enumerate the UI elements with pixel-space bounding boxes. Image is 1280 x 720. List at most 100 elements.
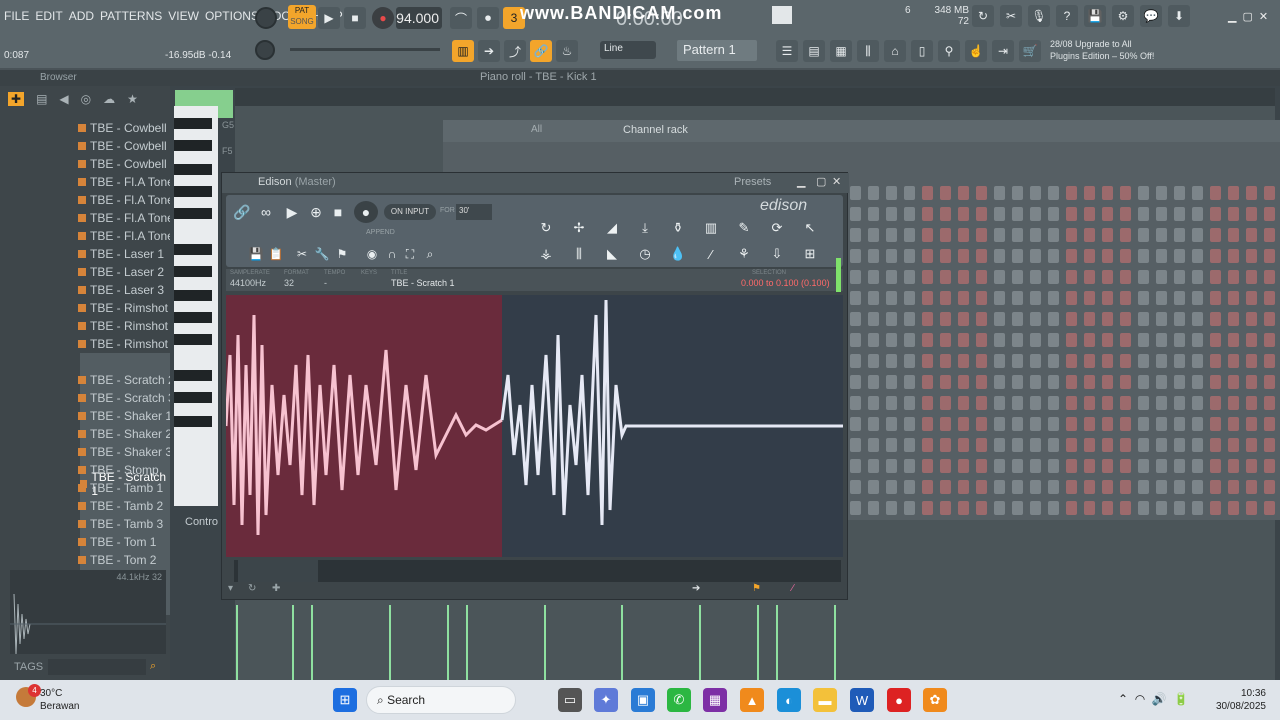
step-button[interactable] [904,396,915,410]
step-button[interactable] [1066,249,1077,263]
step-button[interactable] [1156,228,1167,242]
step-button[interactable] [940,354,951,368]
step-button[interactable] [922,291,933,305]
step-button[interactable] [1264,270,1275,284]
step-button[interactable] [1246,501,1257,515]
step-button[interactable] [904,438,915,452]
step-button[interactable] [886,249,897,263]
step-button[interactable] [1084,438,1095,452]
step-button[interactable] [1156,375,1167,389]
step-button[interactable] [994,375,1005,389]
step-button[interactable] [1246,270,1257,284]
step-button[interactable] [1084,333,1095,347]
step-button[interactable] [1030,186,1041,200]
step-button[interactable] [1210,312,1221,326]
step-button[interactable] [1264,438,1275,452]
step-button[interactable] [1084,375,1095,389]
step-button[interactable] [1048,312,1059,326]
master-pitch-slider[interactable] [290,48,440,51]
master-volume-knob[interactable] [255,7,277,29]
step-button[interactable] [1156,207,1167,221]
step-button[interactable] [886,417,897,431]
step-button[interactable] [1120,270,1131,284]
step-button[interactable] [886,333,897,347]
word-icon[interactable]: W [850,688,874,712]
step-button[interactable] [976,270,987,284]
step-button[interactable] [850,207,861,221]
step-button[interactable] [1246,375,1257,389]
step-button[interactable] [1084,312,1095,326]
for-value[interactable]: 30' [456,204,492,220]
step-button[interactable] [940,312,951,326]
step-button[interactable] [1246,207,1257,221]
step-button[interactable] [1174,291,1185,305]
step-button[interactable] [1048,396,1059,410]
overview-viewport[interactable] [238,560,318,582]
step-button[interactable] [1192,333,1203,347]
step-button[interactable] [1030,438,1041,452]
master-pitch-knob[interactable] [255,40,275,60]
step-button[interactable] [1156,186,1167,200]
play-icon[interactable]: ▶ [280,201,304,223]
step-button[interactable] [958,249,969,263]
step-button[interactable] [1174,186,1185,200]
step-button[interactable] [1120,312,1131,326]
step-button[interactable] [994,312,1005,326]
step-button[interactable] [1012,501,1023,515]
step-button[interactable] [1174,270,1185,284]
black-key[interactable] [174,164,212,175]
step-button[interactable] [1264,249,1275,263]
step-button[interactable] [1210,480,1221,494]
step-button[interactable] [1012,417,1023,431]
step-button[interactable] [1246,459,1257,473]
menu-item-file[interactable]: FILE [4,9,29,23]
normalize-icon[interactable]: ✢ [567,217,591,239]
mixer-icon[interactable]: ⫼ [857,40,879,62]
step-button[interactable] [1102,186,1113,200]
step-button[interactable] [1192,396,1203,410]
step-button[interactable] [1264,501,1275,515]
step-button[interactable] [1120,459,1131,473]
browser-item[interactable]: TBE - Rimshot 1 [78,299,178,317]
grid-icon[interactable]: ⫼ [567,243,591,265]
step-button[interactable] [1174,417,1185,431]
step-button[interactable] [1084,459,1095,473]
globe-icon[interactable]: ◎ [81,92,91,106]
fade-icon[interactable]: ◢ [600,217,624,239]
black-key[interactable] [174,266,212,277]
piano-keyboard[interactable] [174,106,218,506]
step-button[interactable] [1210,375,1221,389]
piano-roll-ruler[interactable]: 234567 [235,88,1275,119]
step-button[interactable] [1030,207,1041,221]
browser-item[interactable]: TBE - Cowbell 1 [78,119,177,137]
step-button[interactable] [1030,501,1041,515]
paste-icon[interactable]: 📋 [264,243,288,265]
step-button[interactable] [1138,501,1149,515]
step-button[interactable] [1192,270,1203,284]
step-button[interactable] [1102,354,1113,368]
step-button[interactable] [1210,438,1221,452]
step-button[interactable] [868,501,879,515]
step-button[interactable] [1174,333,1185,347]
browser-item[interactable]: TBE - Shaker 3 [78,443,172,461]
step-button[interactable] [1102,207,1113,221]
black-key[interactable] [174,208,212,219]
step-button[interactable] [1246,186,1257,200]
touch-icon[interactable]: ☝ [965,40,987,62]
step-button[interactable] [850,375,861,389]
step-button[interactable] [1048,480,1059,494]
step-button[interactable] [1066,207,1077,221]
plugin-icon[interactable]: ⚙ [1112,5,1134,27]
step-button[interactable] [904,501,915,515]
step-button[interactable] [1084,501,1095,515]
step-button[interactable] [1066,459,1077,473]
step-button[interactable] [1066,354,1077,368]
step-button[interactable] [904,207,915,221]
step-button[interactable] [1066,270,1077,284]
wait-icon[interactable]: ⏺ [477,7,499,29]
stop-button[interactable]: ■ [344,7,366,29]
step-button[interactable] [976,249,987,263]
step-button[interactable] [922,270,933,284]
black-key[interactable] [174,312,212,323]
step-button[interactable] [1048,333,1059,347]
